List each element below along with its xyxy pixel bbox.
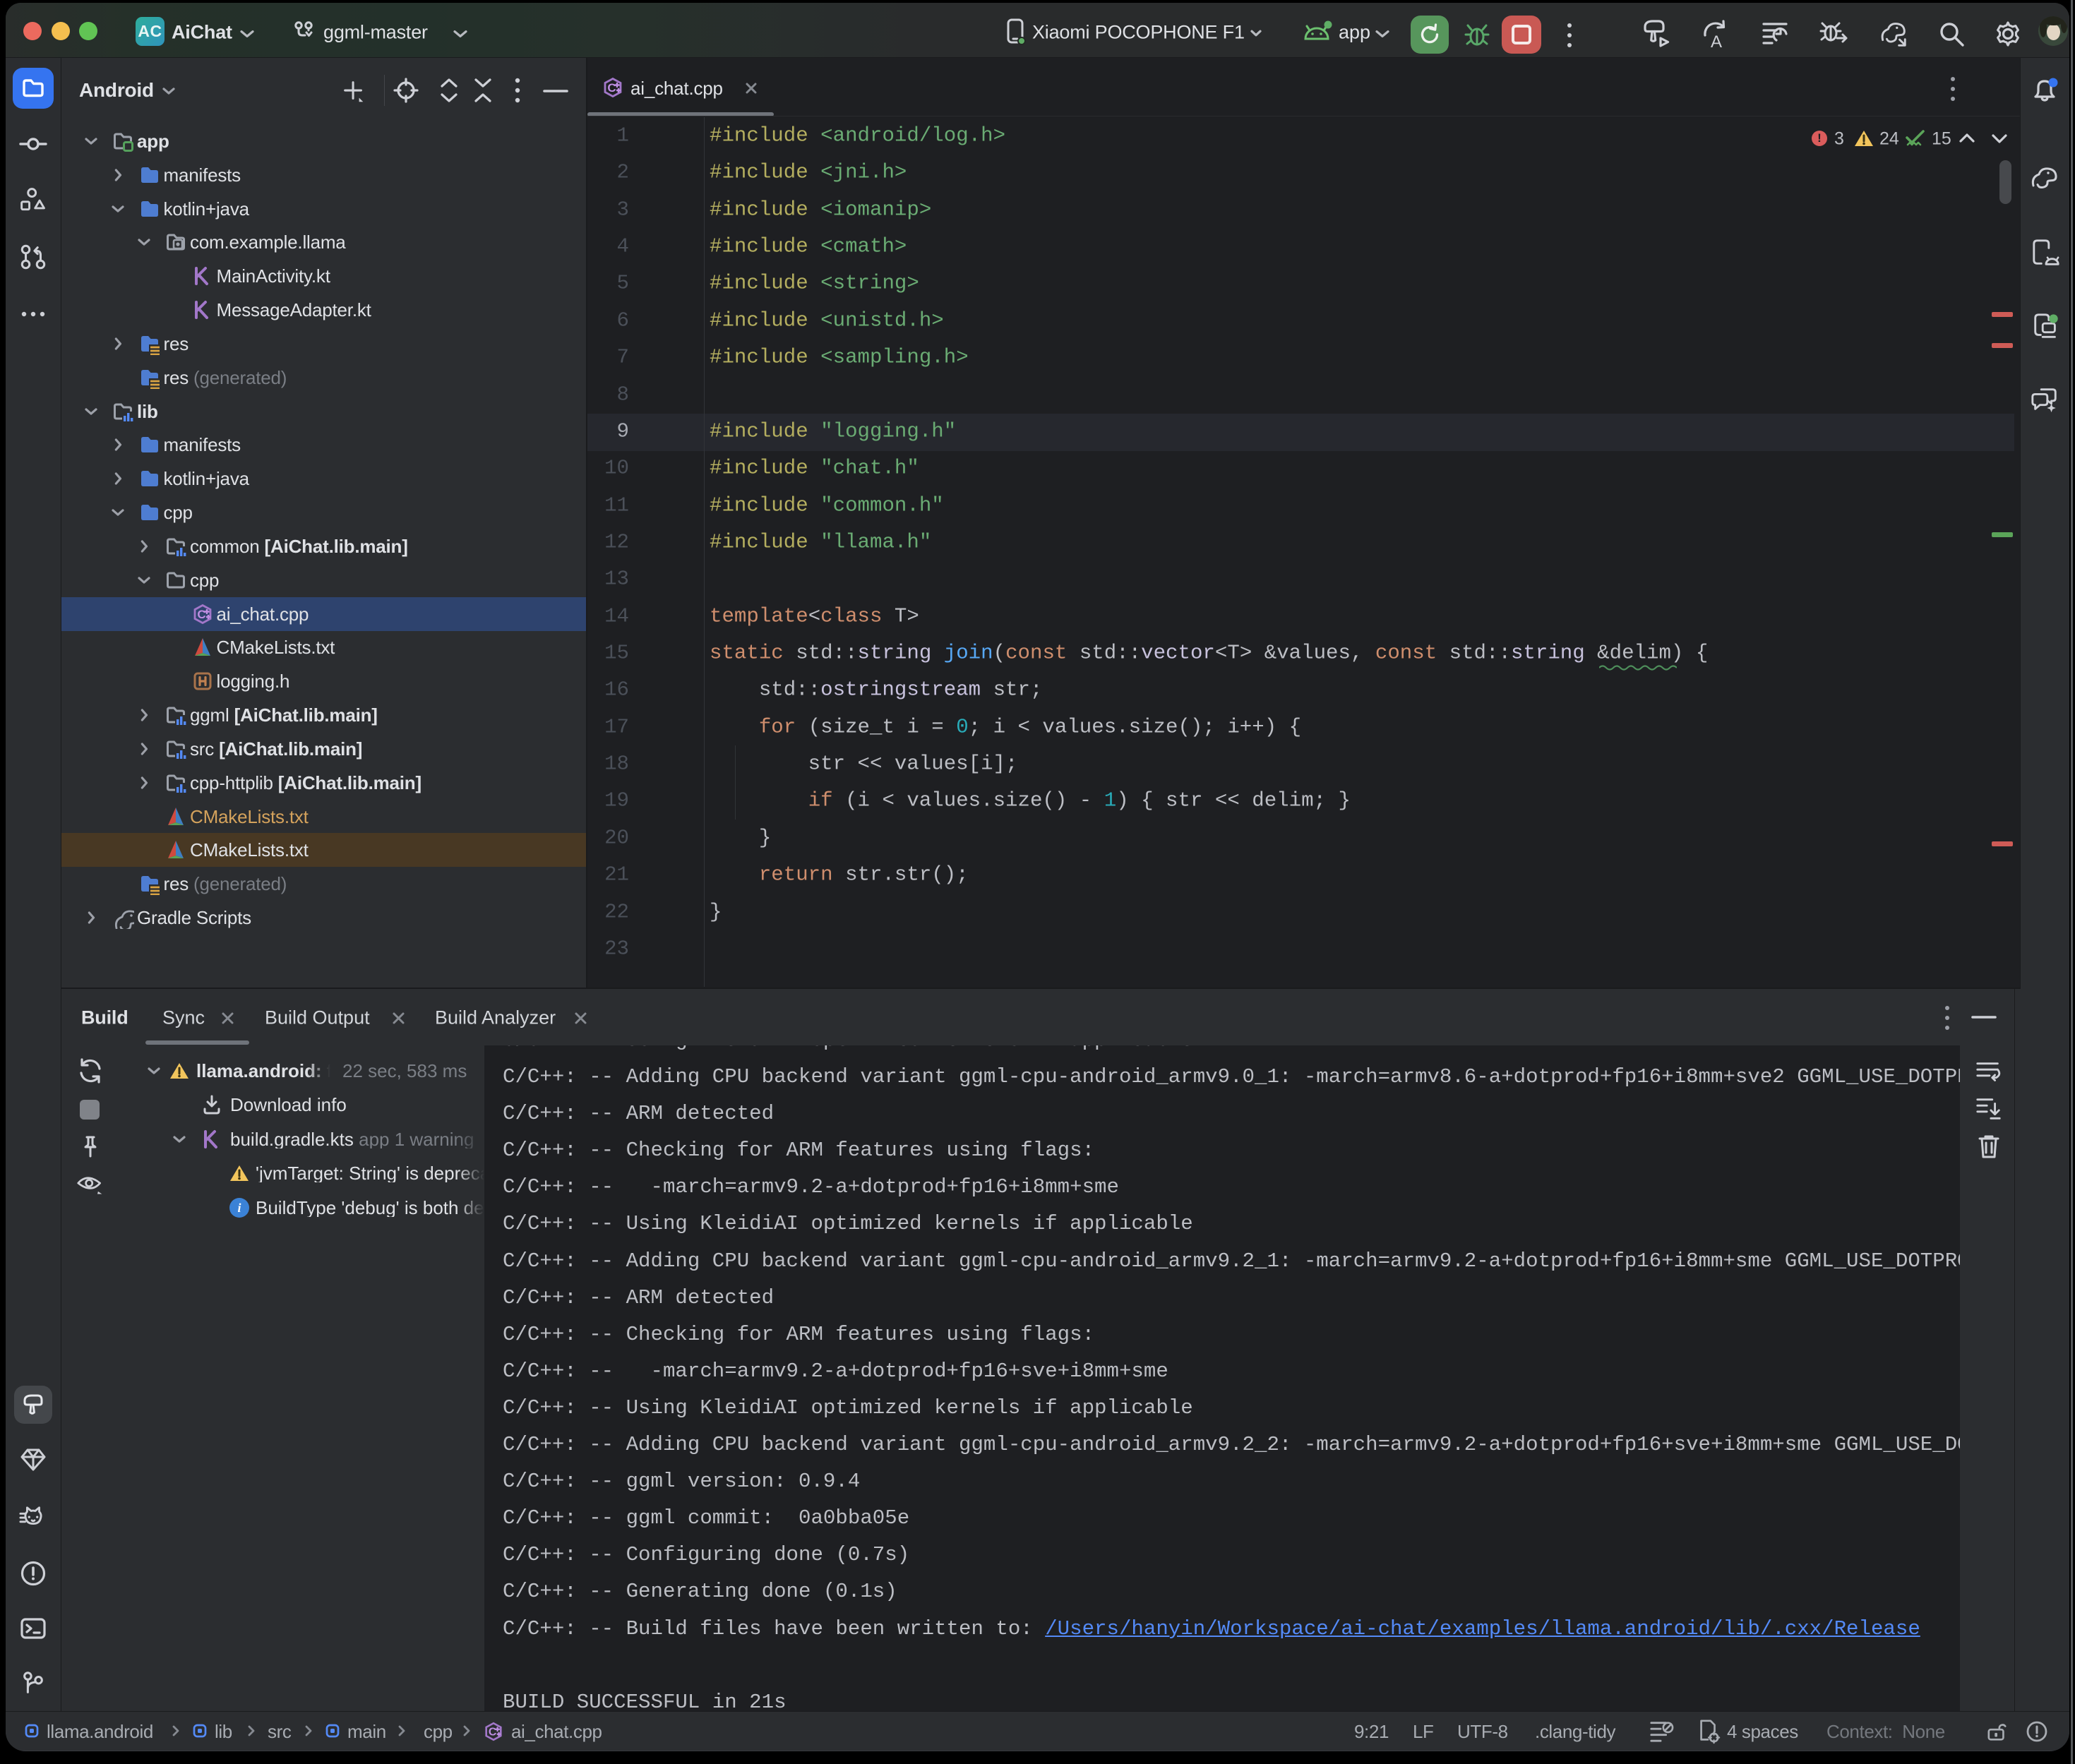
svg-text:A: A xyxy=(1711,32,1722,49)
svg-text:C: C xyxy=(197,608,205,621)
svg-text:C: C xyxy=(607,81,616,95)
svg-text:C: C xyxy=(489,1727,497,1739)
